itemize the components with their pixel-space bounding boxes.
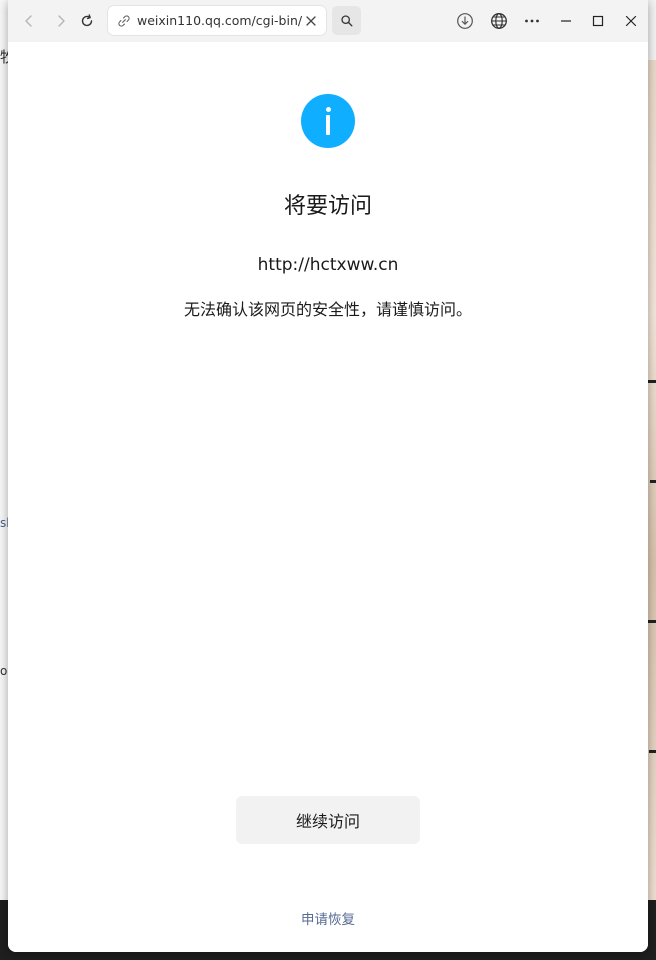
target-url: http://hctxww.cn xyxy=(257,255,399,275)
maximize-icon xyxy=(592,15,604,27)
search-icon xyxy=(340,14,353,27)
globe-icon xyxy=(491,13,507,29)
download-icon xyxy=(457,13,473,29)
reload-button[interactable] xyxy=(74,8,100,34)
forward-arrow-icon xyxy=(58,15,65,27)
continue-visit-button[interactable]: 继续访问 xyxy=(236,796,420,844)
browser-toolbar: weixin110.qq.com/cgi-bin/r xyxy=(8,0,648,43)
minimize-button[interactable] xyxy=(553,8,579,34)
browser-window: weixin110.qq.com/cgi-bin/r 将要访问 http://h… xyxy=(8,0,648,952)
close-window-icon xyxy=(625,15,637,27)
page-content: 将要访问 http://hctxww.cn 无法确认该网页的安全性，请谨慎访问。… xyxy=(8,42,648,952)
link-icon xyxy=(118,14,130,27)
close-window-button[interactable] xyxy=(618,8,644,34)
minimize-icon xyxy=(561,20,571,22)
security-warning: 无法确认该网页的安全性，请谨慎访问。 xyxy=(183,300,472,319)
search-button[interactable] xyxy=(332,6,361,35)
address-url[interactable]: weixin110.qq.com/cgi-bin/r xyxy=(137,13,303,28)
request-restore-link[interactable]: 申请恢复 xyxy=(8,908,648,928)
more-button[interactable] xyxy=(519,8,545,34)
forward-button[interactable] xyxy=(48,8,74,34)
close-icon[interactable] xyxy=(305,15,317,27)
background-text: o xyxy=(0,664,8,678)
address-bar[interactable]: weixin110.qq.com/cgi-bin/r xyxy=(108,6,326,35)
translate-button[interactable] xyxy=(486,8,512,34)
maximize-button[interactable] xyxy=(585,8,611,34)
back-arrow-icon xyxy=(25,15,32,27)
download-button[interactable] xyxy=(452,8,478,34)
reload-icon xyxy=(81,14,93,27)
more-icon xyxy=(525,19,539,23)
page-title: 将要访问 xyxy=(283,194,372,219)
info-icon xyxy=(301,94,355,148)
back-button[interactable] xyxy=(16,8,42,34)
